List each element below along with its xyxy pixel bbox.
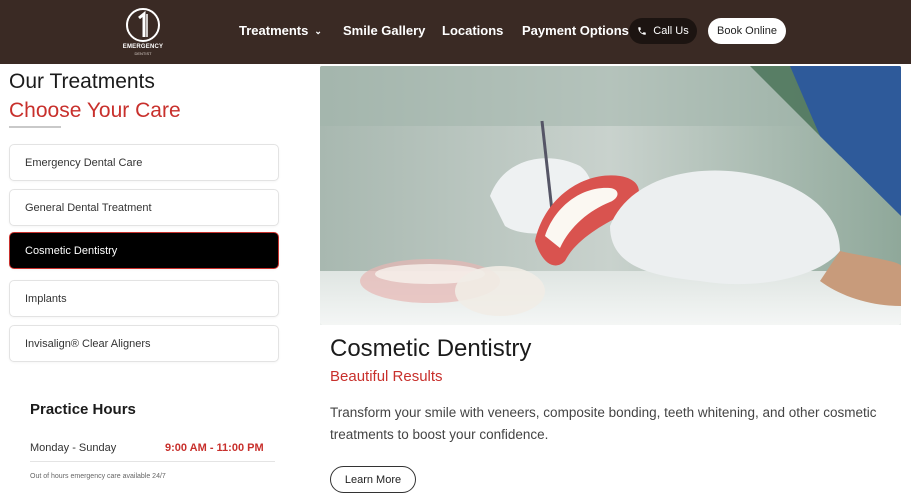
hours-day: Monday - Sunday: [30, 442, 117, 454]
main-description: Transform your smile with veneers, compo…: [330, 405, 877, 442]
main-subtitle: Beautiful Results: [330, 368, 443, 385]
treatment-item-implants[interactable]: Implants: [9, 280, 279, 317]
title-divider: [9, 126, 61, 128]
logo-1-icon: [126, 8, 160, 42]
main-title: Cosmetic Dentistry: [330, 335, 532, 362]
dentures-photo-image: [320, 66, 901, 325]
phone-icon: [638, 27, 647, 35]
nav-locations[interactable]: Locations: [442, 23, 503, 38]
chevron-down-icon: ⌄: [314, 26, 322, 36]
treatment-item-cosmetic[interactable]: Cosmetic Dentistry: [9, 232, 279, 269]
treatment-item-general[interactable]: General Dental Treatment: [9, 189, 279, 226]
practice-hours-title: Practice Hours: [30, 401, 136, 418]
call-us-label: Call Us: [653, 25, 689, 37]
nav-smile-gallery[interactable]: Smile Gallery: [343, 23, 425, 38]
logo-text: EMERGENCY: [122, 44, 164, 50]
site-header: EMERGENCY DENTIST Treatments ⌄ Smile Gall…: [0, 0, 911, 64]
hours-time: 9:00 AM - 11:00 PM: [165, 442, 264, 454]
call-us-button[interactable]: Call Us: [629, 18, 697, 44]
logo-subtext: DENTIST: [134, 51, 152, 56]
brand-logo[interactable]: EMERGENCY DENTIST: [120, 6, 166, 58]
hours-divider: [30, 461, 275, 462]
sidebar-subtitle: Choose Your Care: [9, 99, 181, 122]
nav-payment-options[interactable]: Payment Options: [522, 23, 629, 38]
nav-treatments[interactable]: Treatments ⌄: [239, 23, 322, 38]
sidebar-title: Our Treatments: [9, 70, 155, 93]
treatment-item-invisalign[interactable]: Invisalign® Clear Aligners: [9, 325, 279, 362]
treatment-item-emergency[interactable]: Emergency Dental Care: [9, 144, 279, 181]
book-online-button[interactable]: Book Online: [708, 18, 786, 44]
hours-note: Out of hours emergency care available 24…: [30, 473, 166, 480]
treatment-photo: [320, 66, 901, 325]
learn-more-button[interactable]: Learn More: [330, 466, 416, 493]
nav-treatments-label: Treatments: [239, 23, 309, 38]
